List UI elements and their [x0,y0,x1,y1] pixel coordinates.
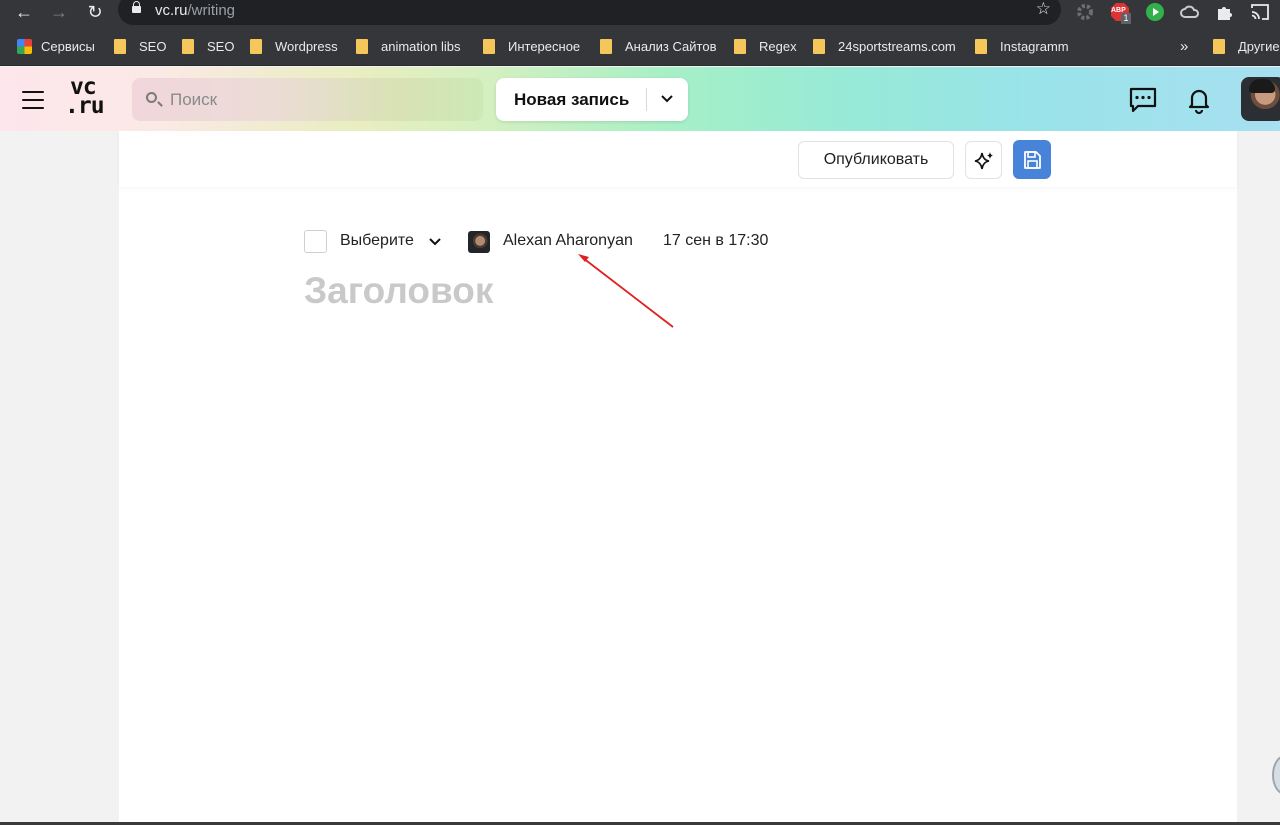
folder-icon [734,39,746,54]
menu-icon[interactable] [22,91,44,109]
folder-icon [483,39,495,54]
bookmarks-overflow[interactable]: » [1180,38,1188,56]
apps-grid-icon [17,39,32,54]
messages-icon[interactable] [1128,85,1158,115]
play-extension-icon[interactable] [1145,2,1165,22]
bookmark-item[interactable]: Интересное [483,38,580,56]
adblock-extension-icon[interactable]: ABP 1 [1110,2,1131,24]
search-icon [146,92,157,103]
url-text: vc.ru/writing [155,2,236,19]
subsite-checkbox[interactable] [304,230,327,253]
subsite-select[interactable]: Выберите [340,232,414,250]
chevron-down-icon[interactable] [427,234,443,250]
folder-icon [600,39,612,54]
back-icon[interactable]: ← [12,1,36,23]
author-avatar [468,231,490,253]
bookmark-item[interactable]: Анализ Сайтов [600,38,716,56]
cast-icon[interactable] [1250,2,1270,22]
save-icon [1024,151,1041,169]
lock-icon [132,1,141,13]
bookmark-item[interactable]: Regex [734,38,797,56]
bookmark-item[interactable]: Instagramm [975,38,1069,56]
site-logo[interactable]: vc .ru [65,76,109,122]
address-bar[interactable]: vc.ru/writing ☆ [118,0,1061,25]
notifications-bell-icon[interactable] [1184,85,1214,115]
forward-icon[interactable]: → [47,1,71,23]
site-header: vc .ru Поиск Новая запись [0,67,1280,131]
save-draft-button[interactable] [1013,140,1051,179]
chevron-down-icon[interactable] [659,91,675,107]
folder-icon [114,39,126,54]
bookmark-star-icon[interactable]: ☆ [1036,0,1051,19]
bookmark-item[interactable]: animation libs [356,38,461,56]
sparkle-icon [974,152,993,170]
bookmark-item[interactable]: SEO [182,38,234,56]
folder-icon [813,39,825,54]
extensions-puzzle-icon[interactable] [1215,2,1235,22]
folder-icon [1213,39,1225,54]
chat-widget-bubble[interactable] [1272,755,1280,795]
search-input[interactable]: Поиск [132,78,483,121]
new-post-button[interactable]: Новая запись [496,78,688,121]
folder-icon [356,39,368,54]
reload-icon[interactable]: ↻ [83,1,107,23]
bookmark-item[interactable]: 24sportstreams.com [813,38,956,56]
other-bookmarks[interactable]: Другие [1213,38,1280,56]
folder-icon [975,39,987,54]
bookmarks-bar: Сервисы SEO SEO Wordpress animation libs… [0,28,1280,66]
folder-icon [182,39,194,54]
author-name[interactable]: Alexan Aharonyan [503,232,633,250]
editor-page: Опубликовать Выберите Alexan Aharonyan 1… [119,131,1237,825]
new-post-label: Новая запись [514,90,630,109]
cloud-extension-icon[interactable] [1180,2,1200,22]
user-avatar[interactable] [1241,77,1280,121]
search-placeholder: Поиск [170,90,218,109]
title-input[interactable]: Заголовок [304,270,493,312]
ai-sparkle-button[interactable] [965,141,1002,179]
publish-button[interactable]: Опубликовать [798,141,954,179]
editor-toolbar: Опубликовать [119,131,1237,187]
browser-toolbar: ← → ↻ vc.ru/writing ☆ ABP 1 [0,0,1280,28]
post-date: 17 сен в 17:30 [663,232,769,249]
bookmark-item[interactable]: Wordpress [250,38,338,56]
bookmark-apps[interactable]: Сервисы [17,38,95,56]
folder-icon [250,39,262,54]
settings-extension-icon[interactable] [1075,2,1095,22]
bookmark-item[interactable]: SEO [114,38,166,56]
